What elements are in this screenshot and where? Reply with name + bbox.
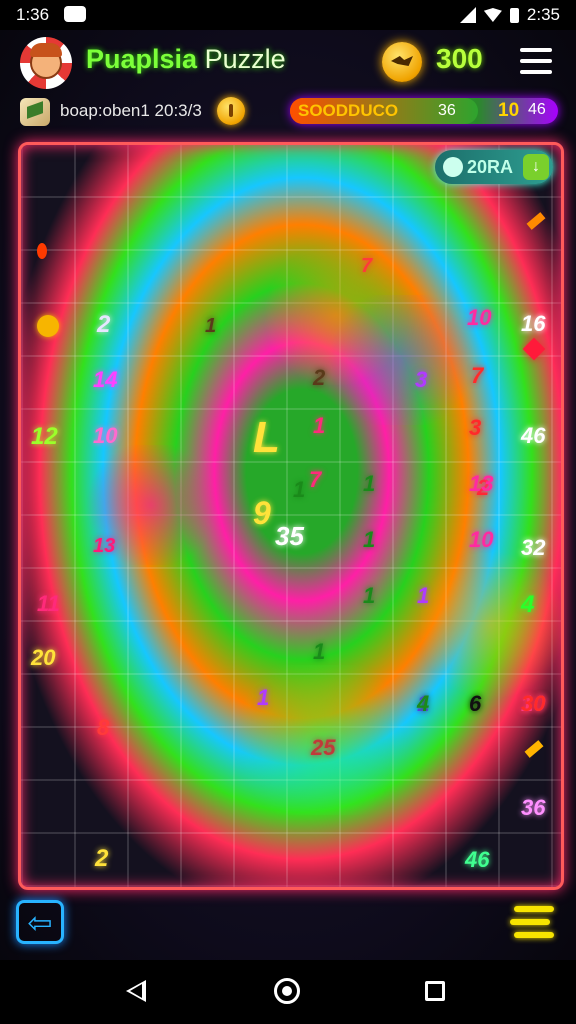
puzzle-piece-number[interactable]: 2	[313, 365, 325, 391]
title-main: Puaplsia	[86, 44, 198, 74]
puzzle-piece-number[interactable]: 13	[469, 471, 493, 497]
download-icon[interactable]: ↓	[523, 154, 549, 180]
timer-value: 20RA	[467, 157, 514, 177]
puzzle-piece-number[interactable]: 35	[275, 521, 304, 552]
hamburger-icon	[520, 48, 552, 52]
puzzle-piece-number[interactable]: 10	[467, 305, 491, 331]
puzzle-piece-number[interactable]: 1	[257, 685, 269, 711]
puzzle-piece-number[interactable]: 8	[97, 715, 109, 741]
avatar[interactable]	[20, 37, 72, 89]
bird-icon	[391, 56, 413, 66]
status-right-time: 2:35	[526, 5, 560, 24]
puzzle-piece-number[interactable]: 4	[417, 691, 429, 717]
stacked-bars-icon	[514, 906, 554, 912]
header: Puaplsia Puzzle 300	[0, 30, 576, 92]
status-right: 2:35	[459, 5, 560, 25]
status-time: 1:36	[16, 5, 50, 24]
puzzle-piece-number[interactable]: 12	[31, 423, 58, 451]
flag-icon	[20, 98, 50, 126]
title-suffix: Puzzle	[204, 44, 286, 74]
tool-icon	[524, 740, 544, 758]
arrow-left-icon: ⇦	[27, 907, 53, 940]
subheader: boap:oben1 20:3/3 SOODDUCO 36 10 46	[0, 92, 576, 132]
puzzle-piece-number[interactable]: 1	[313, 413, 325, 439]
tool-icon	[526, 212, 546, 230]
progress-bar: SOODDUCO 36 10 46	[290, 98, 558, 124]
puzzle-piece-number[interactable]: 25	[311, 735, 335, 761]
progress-count: 10	[498, 100, 520, 121]
hamburger-icon-bar	[520, 70, 552, 74]
game-title: Puaplsia Puzzle	[86, 44, 286, 75]
puzzle-piece-number[interactable]: 46	[521, 423, 545, 449]
game-screen: Puaplsia Puzzle 300 boap:oben1 20:3/3 SO…	[0, 30, 576, 960]
system-nav-bar	[0, 960, 576, 1024]
puzzle-piece-number[interactable]: 2	[97, 311, 110, 339]
puzzle-piece-number[interactable]: 16	[521, 311, 545, 337]
puzzle-piece-number[interactable]: 36	[521, 795, 545, 821]
stacked-bars-icon-bar	[514, 932, 554, 938]
puzzle-piece-number[interactable]: 3	[469, 415, 481, 441]
battery-icon	[509, 7, 519, 23]
puzzle-piece-number[interactable]: 1	[363, 527, 375, 553]
puzzle-piece-number[interactable]: 4	[521, 591, 534, 619]
puzzle-piece-number[interactable]: 3	[415, 367, 427, 393]
coin-icon[interactable]	[382, 42, 422, 82]
avatar-hair-icon	[30, 43, 62, 57]
level-info: boap:oben1 20:3/3	[60, 101, 202, 120]
heart-icon	[522, 337, 546, 361]
puzzle-piece-number[interactable]: 1	[363, 471, 375, 497]
puzzle-piece-number[interactable]: 1	[205, 315, 216, 338]
puzzle-piece-number[interactable]: 1	[363, 583, 375, 609]
puzzle-piece-number[interactable]: L	[253, 413, 280, 463]
puzzle-piece-number[interactable]: 30	[521, 691, 545, 717]
puzzle-piece-number[interactable]: 7	[471, 363, 483, 389]
hint-coin-button[interactable]	[217, 97, 245, 125]
puzzle-board[interactable]: 20RA ↓ 2 14 12 10 13 11 20 2 8 7 2 1 3 1 L 1 7 9 35 1 1 1 1 1 1 2…	[18, 142, 564, 890]
progress-extra: 46	[528, 101, 546, 118]
clock-icon	[443, 157, 463, 177]
status-bar: 1:36 2:35	[0, 0, 576, 30]
progress-mid: 36	[438, 102, 456, 119]
color-glow	[421, 545, 561, 705]
nav-home-icon[interactable]	[274, 978, 300, 1004]
hamburger-icon-bar	[520, 59, 552, 63]
puzzle-piece-number[interactable]: 10	[469, 527, 493, 553]
coin-count: 300	[436, 43, 483, 74]
puzzle-piece-number[interactable]: 10	[93, 423, 117, 449]
flame-icon	[37, 243, 47, 259]
puzzle-piece-number[interactable]: 20	[31, 645, 55, 671]
nav-recent-icon[interactable]	[425, 981, 445, 1001]
puzzle-piece-number[interactable]: 6	[469, 691, 481, 717]
menu-button[interactable]	[520, 48, 552, 74]
timer-badge[interactable]: 20RA ↓	[435, 150, 553, 184]
puzzle-piece-number[interactable]: 11	[37, 591, 60, 617]
puzzle-piece-number[interactable]: 14	[93, 367, 117, 393]
puzzle-piece-number[interactable]: 13	[93, 535, 115, 558]
puzzle-piece-number[interactable]: 32	[521, 535, 545, 561]
stacked-bars-icon-bar	[510, 919, 550, 925]
wifi-icon	[483, 8, 502, 22]
puzzle-piece-number[interactable]: 46	[465, 847, 489, 873]
signal-icon	[459, 7, 476, 23]
more-button[interactable]	[510, 900, 558, 944]
nav-back-icon[interactable]	[126, 980, 146, 1002]
puzzle-piece-number[interactable]: 1	[417, 583, 429, 609]
color-glow	[321, 295, 481, 425]
back-button[interactable]: ⇦	[16, 900, 64, 944]
puzzle-piece-number[interactable]: 1	[293, 477, 305, 503]
puzzle-piece-number[interactable]: 9	[253, 495, 271, 532]
puzzle-piece-number[interactable]: 7	[361, 255, 372, 278]
sun-icon	[37, 315, 59, 337]
progress-label: SOODDUCO	[298, 101, 399, 120]
puzzle-piece-number[interactable]: 1	[313, 639, 325, 665]
puzzle-piece-number[interactable]: 2	[95, 845, 108, 873]
puzzle-piece-number[interactable]: 7	[309, 467, 321, 493]
notification-icon	[64, 6, 86, 22]
